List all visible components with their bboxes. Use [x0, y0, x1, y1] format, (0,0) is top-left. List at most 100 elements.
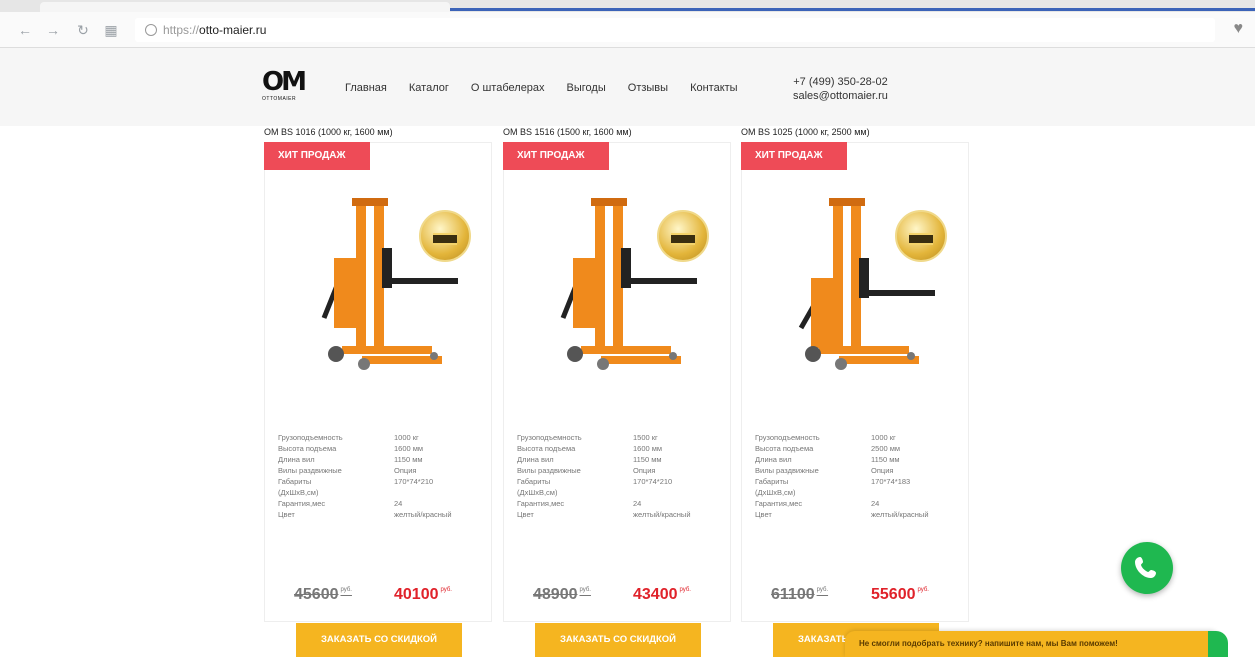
spec-row: (ДхШхВ,см) [278, 487, 478, 498]
spec-value: 1150 мм [394, 455, 423, 464]
currency-label: руб. [340, 587, 352, 593]
spec-label: Вилы раздвижные [278, 466, 342, 475]
spec-label: Цвет [517, 510, 534, 519]
callback-text: Не смогли подобрать технику? напишите на… [859, 639, 1118, 648]
order-discount-button[interactable]: ЗАКАЗАТЬ СО СКИДКОЙ [535, 623, 701, 657]
spec-value: 1150 мм [871, 455, 900, 464]
wheel [328, 346, 344, 362]
spec-row: Высота подъема 1600 мм [278, 443, 478, 454]
wheel [597, 358, 609, 370]
currency-label: руб. [579, 587, 591, 593]
spec-label: (ДхШхВ,см) [278, 488, 319, 497]
spec-row: (ДхШхВ,см) [755, 487, 955, 498]
spec-value: желтый/красный [633, 510, 691, 519]
hydraulic-body [811, 278, 833, 348]
spec-row: Габариты 170*74*210 [517, 476, 717, 487]
spec-row: Цвет желтый/красный [517, 509, 717, 520]
spec-label: Длина вил [755, 455, 792, 464]
menu-item-reviews[interactable]: Отзывы [628, 82, 668, 94]
url-field[interactable]: https://otto-maier.ru [135, 18, 1215, 42]
spec-label: Длина вил [278, 455, 315, 464]
old-price: 61100 руб. [771, 586, 828, 604]
logo-mark: OM [262, 67, 307, 97]
spec-row: Гарантия,мес 24 [517, 498, 717, 509]
spec-label: Высота подъема [517, 444, 576, 453]
base-leg [362, 356, 442, 364]
menu-item-catalog[interactable]: Каталог [409, 82, 449, 94]
spec-value: Опция [633, 466, 656, 475]
forward-icon[interactable]: → [44, 21, 62, 39]
spec-row: Вилы раздвижные Опция [517, 465, 717, 476]
spec-row: Вилы раздвижные Опция [278, 465, 478, 476]
wheel [669, 352, 677, 360]
spec-value: 1000 кг [871, 433, 896, 442]
spec-label: Грузоподъемность [517, 433, 582, 442]
main-menu: Главная Каталог О штабелерах Выгоды Отзы… [345, 82, 760, 94]
menu-item-contacts[interactable]: Контакты [690, 82, 738, 94]
heart-icon[interactable]: ♥ [1234, 20, 1244, 38]
logo[interactable]: OM OTTOMAIER [262, 68, 308, 104]
price-block: 61100 руб. 55600 руб. [771, 586, 961, 610]
price-value: 40100 [394, 586, 439, 603]
phone-link[interactable]: +7 (499) 350-28-02 [793, 75, 888, 89]
phone-icon [1135, 557, 1156, 578]
spec-row: Вилы раздвижные Опция [755, 465, 955, 476]
base-leg [839, 356, 919, 364]
spec-label: (ДхШхВ,см) [517, 488, 558, 497]
product-card: OM BS 1025 (1000 кг, 2500 мм) ХИТ ПРОДАЖ… [741, 126, 969, 657]
spec-value: 170*74*210 [394, 477, 434, 486]
spec-row: (ДхШхВ,см) [517, 487, 717, 498]
address-bar: ← → ↻ ▦ https://otto-maier.ru ♥ [0, 12, 1255, 48]
price-value: 61100 [771, 586, 815, 603]
fork [627, 278, 697, 284]
menu-item-about-stackers[interactable]: О штабелерах [471, 82, 545, 94]
call-button[interactable] [1121, 542, 1173, 594]
wheel [358, 358, 370, 370]
reload-icon[interactable]: ↻ [74, 21, 92, 39]
spec-value [871, 487, 955, 498]
back-icon[interactable]: ← [16, 21, 34, 39]
new-price: 55600 руб. [871, 586, 929, 604]
browser-tab[interactable] [40, 2, 450, 12]
wheel [835, 358, 847, 370]
menu-item-home[interactable]: Главная [345, 82, 387, 94]
currency-label: руб. [917, 587, 929, 593]
mast-top-bar [352, 198, 388, 206]
currency-label: руб. [816, 587, 829, 593]
url-host: otto-maier.ru [199, 23, 267, 37]
spec-value: 1000 кг [394, 433, 419, 442]
product-card: OM BS 1016 (1000 кг, 1600 мм) ХИТ ПРОДАЖ… [264, 126, 492, 657]
site-header: OM OTTOMAIER Главная Каталог О штабелера… [0, 48, 1255, 126]
spec-row: Грузоподъемность 1000 кг [755, 432, 955, 443]
price-block: 45600 руб. 40100 руб. [294, 586, 484, 610]
callback-bar[interactable]: Не смогли подобрать технику? напишите на… [845, 631, 1228, 657]
mast-rail [833, 198, 843, 348]
bestseller-badge: ХИТ ПРОДАЖ [264, 142, 370, 170]
currency-label: руб. [679, 587, 691, 593]
wheel [805, 346, 821, 362]
page-load-progress [450, 8, 1255, 11]
site-info-icon[interactable] [145, 24, 157, 36]
price-value: 55600 [871, 586, 916, 603]
spec-row: Длина вил 1150 мм [517, 454, 717, 465]
mast-rail [595, 198, 605, 348]
spec-label: Вилы раздвижные [755, 466, 819, 475]
mast-top-bar [591, 198, 627, 206]
spec-row: Длина вил 1150 мм [278, 454, 478, 465]
hydraulic-body [573, 258, 595, 328]
spec-value: 1150 мм [633, 455, 662, 464]
grid-icon[interactable]: ▦ [102, 21, 120, 39]
base-leg [581, 346, 671, 354]
spec-label: Габариты [278, 477, 312, 486]
spec-label: Грузоподъемность [278, 433, 343, 442]
menu-item-benefits[interactable]: Выгоды [567, 82, 606, 94]
email-link[interactable]: sales@ottomaier.ru [793, 89, 888, 103]
spec-label: Гарантия,мес [755, 499, 803, 508]
order-discount-button[interactable]: ЗАКАЗАТЬ СО СКИДКОЙ [296, 623, 462, 657]
old-price: 48900 руб. [533, 586, 591, 604]
wheel [430, 352, 438, 360]
base-leg [601, 356, 681, 364]
spec-row: Цвет желтый/красный [755, 509, 955, 520]
quality-seal-icon [419, 210, 471, 262]
product-card: OM BS 1516 (1500 кг, 1600 мм) ХИТ ПРОДАЖ… [503, 126, 731, 657]
